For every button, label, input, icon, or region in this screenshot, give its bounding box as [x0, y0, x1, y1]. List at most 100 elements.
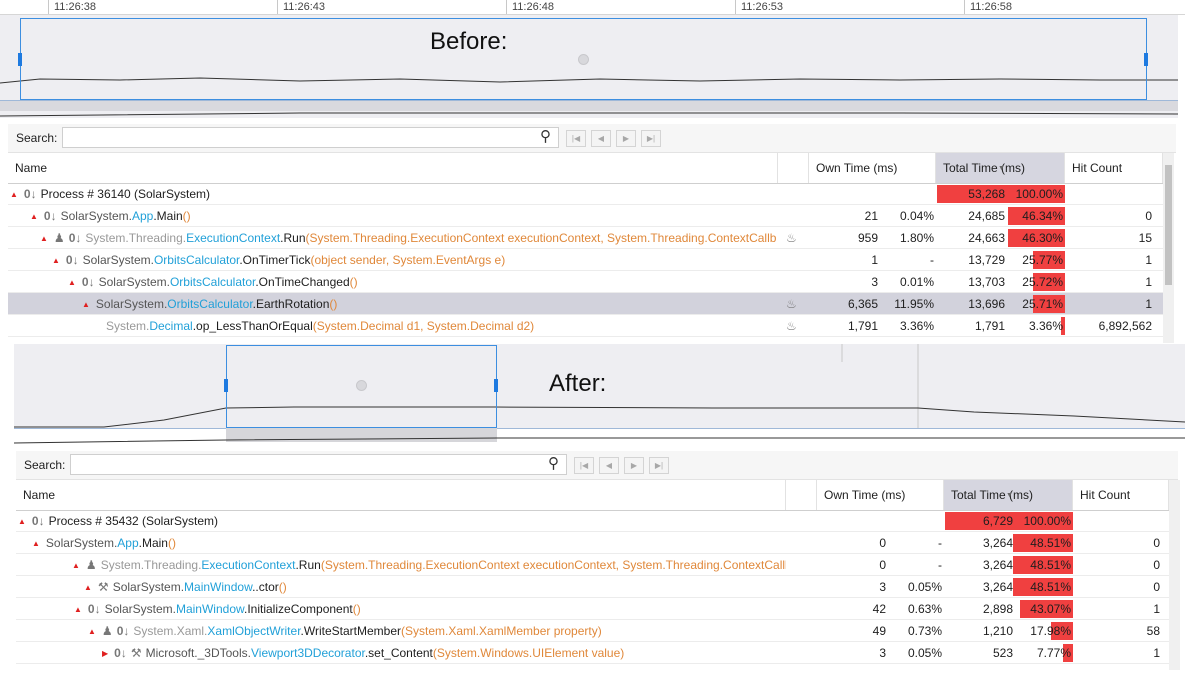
last-icon[interactable]: ▶|	[649, 457, 669, 474]
class-name-link[interactable]: MainWindow	[176, 602, 244, 616]
class-name-link[interactable]: ExecutionContext	[201, 558, 295, 572]
collapse-arrow-icon[interactable]: ▲	[30, 206, 38, 228]
selection-left-handle[interactable]	[18, 53, 22, 66]
table-row[interactable]: ▲ ♟ 0↓ System.Xaml.XamlObjectWriter.WriteSt…	[16, 620, 1171, 642]
table-row[interactable]: ▲ SolarSystem.App.Main() 0 - 3,264 48.51% 0	[16, 532, 1171, 554]
selection-right-handle[interactable]	[1144, 53, 1148, 66]
table-row[interactable]: ▶ 0↓ ⚒ Microsoft._3DTools.Viewport3DDecorat…	[16, 642, 1171, 664]
total-time-value: 13,703	[968, 275, 1005, 289]
selection-left-handle[interactable]	[224, 379, 228, 392]
search-input[interactable]	[70, 454, 567, 475]
next-icon[interactable]: ▶	[616, 130, 636, 147]
collapse-arrow-icon[interactable]: ▲	[32, 533, 40, 555]
search-input[interactable]	[62, 127, 559, 148]
table-row[interactable]: ▲ 0↓ Process # 35432 (SolarSystem) 6,729 100…	[16, 510, 1171, 532]
collapse-arrow-icon[interactable]: ▲	[88, 621, 96, 643]
selection-center-dot[interactable]	[578, 54, 589, 65]
expand-arrow-icon[interactable]: ▶	[102, 643, 108, 665]
namespace-text: SolarSystem.	[45, 536, 118, 550]
column-total-time[interactable]: Total Time (ms) ▼	[944, 480, 1073, 510]
collapse-arrow-icon[interactable]: ▲	[10, 184, 18, 206]
timeline-ruler: 11:26:38 11:26:43 11:26:48 11:26:53 11:2…	[0, 0, 1185, 15]
own-time-percent: 3.36%	[899, 319, 934, 333]
wrench-icon: ⚒	[97, 580, 109, 594]
table-row[interactable]: ▲ 0↓ Process # 36140 (SolarSystem) 53,268 10…	[8, 183, 1163, 205]
collapse-arrow-icon[interactable]: ▲	[84, 577, 92, 599]
column-total-time[interactable]: Total Time (ms) ▼	[936, 153, 1065, 183]
column-name[interactable]: Name	[8, 153, 778, 183]
column-hit-count[interactable]: Hit Count	[1065, 153, 1163, 183]
column-own-time[interactable]: Own Time (ms)	[809, 153, 936, 183]
before-vertical-scrollbar[interactable]	[1163, 153, 1174, 343]
first-icon[interactable]: |◀	[566, 130, 586, 147]
table-row[interactable]: ▲ ♟ System.Threading.ExecutionContext.Run(…	[16, 554, 1171, 576]
table-row[interactable]: ▲ 0↓ SolarSystem.App.Main() 21 0.04% 24,685 46…	[8, 205, 1163, 227]
parameters-text: (System.Threading.ExecutionContext execu…	[320, 558, 786, 572]
row-name: ▲ 0↓ Process # 35432 (SolarSystem)	[18, 510, 786, 533]
table-row[interactable]: ▲ SolarSystem.OrbitsCalculator.EarthRotat…	[8, 293, 1163, 315]
overview-graph	[14, 437, 1185, 444]
table-row[interactable]: ▲ 0↓ SolarSystem.MainWindow.InitializeComp…	[16, 598, 1171, 620]
total-time-percent: 43.07%	[1030, 602, 1071, 616]
own-time-percent: 0.73%	[907, 624, 942, 638]
search-icon[interactable]: ⚲	[540, 127, 551, 145]
collapse-arrow-icon[interactable]: ▲	[74, 599, 82, 621]
prev-icon[interactable]: ◀	[591, 130, 611, 147]
own-time-value: 42	[872, 602, 886, 616]
total-time-percent: 17.98%	[1030, 624, 1071, 638]
method-name: .WriteStartMember	[300, 624, 401, 638]
class-name-link[interactable]: OrbitsCalculator	[170, 275, 255, 289]
next-icon[interactable]: ▶	[624, 457, 644, 474]
parameters-text: (System.Threading.ExecutionContext execu…	[305, 231, 777, 245]
collapse-arrow-icon[interactable]: ▲	[40, 228, 48, 250]
collapse-arrow-icon[interactable]: ▲	[72, 555, 80, 577]
hot-path-icon: 0↓	[87, 602, 101, 616]
table-row[interactable]: ▲ ♟ 0↓ System.Threading.ExecutionContext.Ru…	[8, 227, 1163, 249]
total-time-percent: 25.77%	[1022, 253, 1063, 267]
namespace-text: SolarSystem.	[60, 209, 132, 223]
collapse-arrow-icon[interactable]: ▲	[52, 250, 60, 272]
hot-spot-flame-icon: ♨	[786, 231, 797, 245]
parameters-text: ()	[167, 536, 176, 550]
table-row[interactable]: ▲ ⚒ SolarSystem.MainWindow..ctor() 3 0.05% 3,…	[16, 576, 1171, 598]
own-time-percent: -	[930, 253, 934, 267]
class-name-link[interactable]: ExecutionContext	[186, 231, 280, 245]
collapse-arrow-icon[interactable]: ▲	[18, 511, 26, 533]
before-scroll-thumb[interactable]	[1165, 165, 1172, 285]
collapse-arrow-icon[interactable]: ▲	[68, 272, 76, 294]
selection-center-dot[interactable]	[356, 380, 367, 391]
class-name-link[interactable]: App	[117, 536, 138, 550]
selection-right-handle[interactable]	[494, 379, 498, 392]
collapse-arrow-icon[interactable]: ▲	[82, 294, 90, 316]
table-row[interactable]: System.Decimal.op_LessThanOrEqual(System…	[8, 315, 1163, 337]
row-name: System.Decimal.op_LessThanOrEqual(System…	[106, 315, 778, 337]
table-row[interactable]: ▲ 0↓ SolarSystem.OrbitsCalculator.OnTimeCh…	[8, 271, 1163, 293]
column-name[interactable]: Name	[16, 480, 786, 510]
last-icon[interactable]: ▶|	[641, 130, 661, 147]
class-name-link[interactable]: OrbitsCalculator	[167, 297, 252, 311]
hot-spot-flame-icon: ♨	[786, 319, 797, 333]
class-name-link[interactable]: OrbitsCalculator	[154, 253, 239, 267]
after-panel: After: Search: ⚲ |◀ ◀ ▶ ▶| Name Own Time…	[14, 344, 1185, 676]
namespace-text: SolarSystem.	[98, 275, 170, 289]
time-tick: 11:26:43	[277, 0, 325, 14]
after-call-tree: ▲ 0↓ Process # 35432 (SolarSystem) 6,729 100…	[16, 510, 1171, 670]
sort-desc-icon: ▼	[1006, 492, 1013, 499]
prev-icon[interactable]: ◀	[599, 457, 619, 474]
method-name: .set_Content	[364, 646, 433, 660]
first-icon[interactable]: |◀	[574, 457, 594, 474]
class-name-link[interactable]: App	[132, 209, 153, 223]
parameters-text: (object sender, System.EventArgs e)	[310, 253, 506, 267]
class-name-link[interactable]: XamlObjectWriter	[207, 624, 300, 638]
class-name-link[interactable]: MainWindow	[184, 580, 252, 594]
time-tick: 11:26:58	[964, 0, 1012, 14]
class-name-link[interactable]: Viewport3DDecorator	[251, 646, 365, 660]
search-icon[interactable]: ⚲	[548, 454, 559, 472]
class-name-link[interactable]: Decimal	[149, 319, 192, 333]
column-flag	[778, 153, 809, 183]
column-hit-count[interactable]: Hit Count	[1073, 480, 1169, 510]
total-time-value: 1,791	[974, 319, 1005, 333]
table-row[interactable]: ▲ 0↓ SolarSystem.OrbitsCalculator.OnTimerT…	[8, 249, 1163, 271]
after-vertical-scrollbar[interactable]	[1169, 480, 1180, 670]
column-own-time[interactable]: Own Time (ms)	[817, 480, 944, 510]
